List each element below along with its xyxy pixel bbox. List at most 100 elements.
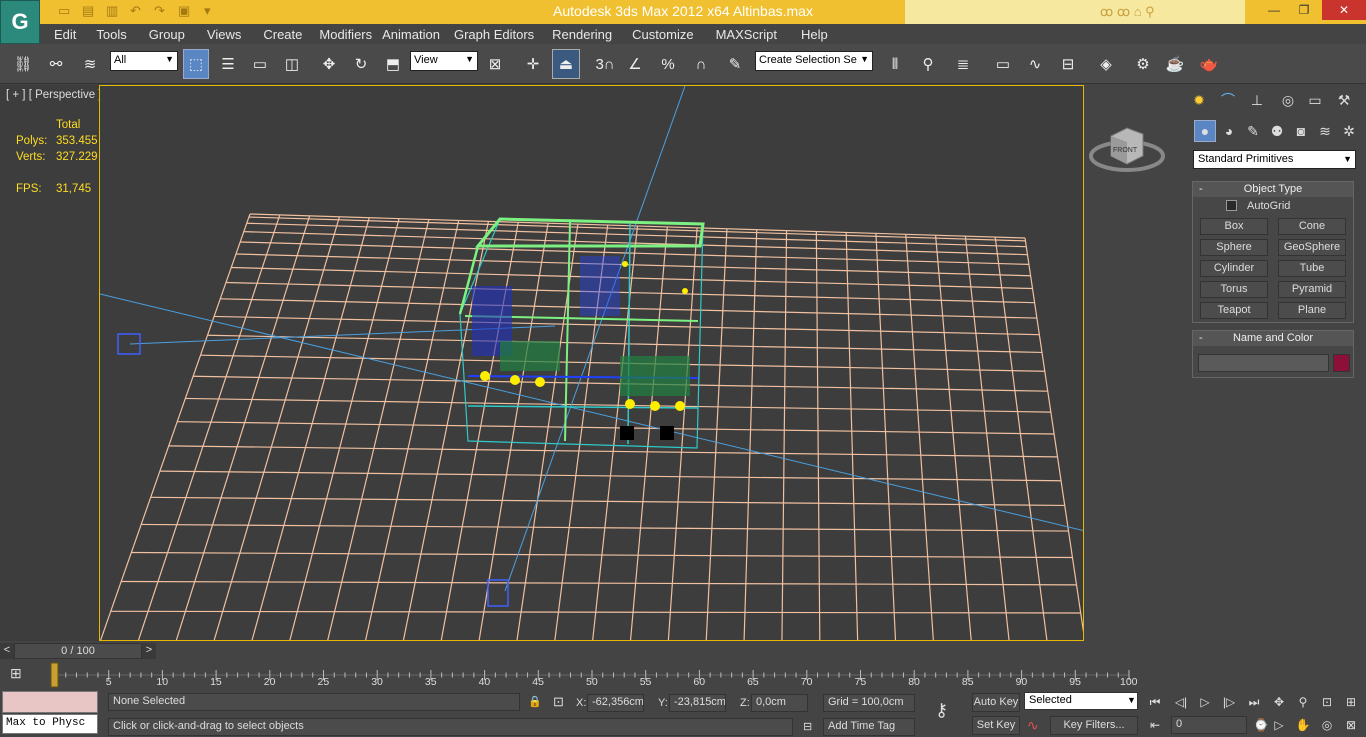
field-of-view-icon[interactable]: ▷ (1268, 716, 1290, 734)
app-logo-icon[interactable]: G (0, 0, 40, 44)
menu-customize[interactable]: Customize (632, 24, 693, 44)
camera-object-bottom[interactable] (487, 579, 509, 607)
rotate-icon[interactable]: ↻ (348, 49, 374, 79)
go-to-end-icon[interactable]: ⏭ (1243, 693, 1265, 711)
percent-snap-icon[interactable]: % (655, 49, 681, 79)
helpers-category-icon[interactable]: ◙ (1290, 120, 1312, 142)
create-tab-icon[interactable]: ✹ (1188, 89, 1210, 111)
teapot-button[interactable]: Teapot (1200, 302, 1268, 319)
pyramid-button[interactable]: Pyramid (1278, 281, 1346, 298)
go-to-start-icon[interactable]: ⏮ (1144, 693, 1166, 711)
space-warps-category-icon[interactable]: ≋ (1314, 120, 1336, 142)
menu-group[interactable]: Group (149, 24, 185, 44)
select-by-name-icon[interactable]: ☰ (215, 49, 241, 79)
viewcube[interactable]: FRONT (1087, 118, 1167, 178)
torus-button[interactable]: Torus (1200, 281, 1268, 298)
zoom-icon[interactable]: ⚲ (1292, 693, 1314, 711)
graphite-ribbon-icon[interactable]: ▭ (990, 49, 1016, 79)
selection-filter-select[interactable]: All (110, 51, 178, 71)
render-setup-icon[interactable]: ⚙ (1130, 49, 1156, 79)
time-slider-thumb[interactable] (50, 662, 59, 688)
key-mode-dropdown-icon[interactable]: ▼ (1127, 695, 1136, 705)
zoom-extents-icon[interactable]: ✥ (1268, 693, 1290, 711)
next-frame-icon[interactable]: |▷ (1218, 693, 1240, 711)
unlink-icon[interactable]: ⚯ (43, 49, 69, 79)
mirror-icon[interactable]: ⫴ (882, 49, 908, 79)
auto-key-button[interactable]: Auto Key (972, 693, 1020, 712)
rectangular-selection-icon[interactable]: ▭ (247, 49, 273, 79)
orbit-icon[interactable]: ◎ (1316, 716, 1338, 734)
name-color-header[interactable]: - Name and Color (1193, 331, 1353, 346)
cone-button[interactable]: Cone (1278, 218, 1346, 235)
schematic-view-icon[interactable]: ⊟ (1055, 49, 1081, 79)
utilities-tab-icon[interactable]: ⚒ (1333, 89, 1355, 111)
angle-snap-icon[interactable]: ∠ (622, 49, 648, 79)
move-icon[interactable]: ✥ (316, 49, 342, 79)
open-mini-curve-editor-icon[interactable]: ⊞ (10, 665, 32, 683)
menu-modifiers[interactable]: Modifiers (319, 24, 372, 44)
close-button[interactable]: ✕ (1322, 0, 1366, 20)
menu-views[interactable]: Views (207, 24, 241, 44)
key-mode-toggle-icon[interactable]: ⇤ (1144, 716, 1166, 734)
minimize-button[interactable]: — (1258, 0, 1290, 20)
plane-button[interactable]: Plane (1278, 302, 1346, 319)
hierarchy-tab-icon[interactable]: ⊥ (1246, 89, 1268, 111)
keyboard-shortcut-override-icon[interactable]: ⏏ (552, 49, 580, 79)
menu-maxscript[interactable]: MAXScript (716, 24, 777, 44)
box-button[interactable]: Box (1200, 218, 1268, 235)
zoom-extents-all-icon[interactable]: ⊞ (1340, 693, 1362, 711)
geosphere-button[interactable]: GeoSphere (1278, 239, 1346, 256)
z-coordinate-input[interactable]: 0,0cm (751, 694, 808, 712)
set-key-icon[interactable]: ⚷ (935, 700, 948, 721)
named-selection-select[interactable]: Create Selection Se (755, 51, 873, 71)
scale-icon[interactable]: ⬒ (380, 49, 406, 79)
maxscript-mini-listener-output[interactable] (2, 691, 98, 713)
menu-rendering[interactable]: Rendering (552, 24, 612, 44)
menu-tools[interactable]: Tools (96, 24, 126, 44)
maximize-viewport-icon[interactable]: ⊠ (1340, 716, 1362, 734)
select-manipulate-icon[interactable]: ✛ (520, 49, 546, 79)
current-frame-input[interactable]: 0 (1171, 716, 1247, 734)
perspective-viewport[interactable] (99, 85, 1084, 641)
maxscript-mini-listener-input[interactable]: Max to Physc (2, 714, 98, 734)
snaps-toggle-icon[interactable]: 3 ∩ (592, 49, 618, 79)
bind-space-warp-icon[interactable]: ≋ (77, 49, 103, 79)
material-editor-icon[interactable]: ◈ (1093, 49, 1119, 79)
systems-category-icon[interactable]: ✲ (1338, 120, 1360, 142)
key-mode-select[interactable]: Selected (1024, 692, 1138, 710)
modify-tab-icon[interactable]: ⌒ (1217, 89, 1239, 111)
previous-frame-icon[interactable]: ◁| (1170, 693, 1192, 711)
menu-edit[interactable]: Edit (54, 24, 76, 44)
add-time-tag-button[interactable]: Add Time Tag (823, 718, 915, 736)
pan-icon[interactable]: ✋ (1292, 716, 1314, 734)
menu-create[interactable]: Create (263, 24, 302, 44)
shapes-category-icon[interactable]: ◕ (1218, 120, 1240, 142)
rendered-frame-icon[interactable]: ☕ (1162, 49, 1188, 79)
motion-tab-icon[interactable]: ◎ (1277, 89, 1299, 111)
geometry-category-icon[interactable]: ● (1194, 120, 1216, 142)
time-slider-next[interactable]: > (142, 643, 156, 659)
absolute-mode-icon[interactable]: ⊡ (553, 694, 564, 710)
tube-button[interactable]: Tube (1278, 260, 1346, 277)
window-crossing-icon[interactable]: ◫ (279, 49, 305, 79)
align-icon[interactable]: ⚲ (915, 49, 941, 79)
sphere-button[interactable]: Sphere (1200, 239, 1268, 256)
curve-editor-icon[interactable]: ∿ (1022, 49, 1048, 79)
pivot-center-icon[interactable]: ⊠ (482, 49, 508, 79)
time-tag-icon[interactable]: ⊟ (803, 720, 812, 733)
select-and-link-icon[interactable]: ⛓ (10, 49, 36, 79)
edit-named-selection-icon[interactable]: ✎ (722, 49, 748, 79)
time-slider-prev[interactable]: < (0, 643, 14, 659)
zoom-all-icon[interactable]: ⊡ (1316, 693, 1338, 711)
set-key-button[interactable]: Set Key (972, 716, 1020, 735)
y-coordinate-input[interactable]: -23,815cm (669, 694, 726, 712)
reference-coordinate-select[interactable]: View (410, 51, 478, 71)
key-filters-curve-icon[interactable]: ∿ (1027, 717, 1039, 734)
restore-button[interactable]: ❐ (1288, 0, 1320, 20)
cameras-category-icon[interactable]: ⚉ (1266, 120, 1288, 142)
cylinder-button[interactable]: Cylinder (1200, 260, 1268, 277)
object-color-swatch[interactable] (1333, 354, 1350, 372)
time-slider-frame[interactable]: 0 / 100 (14, 643, 142, 659)
menu-graph-editors[interactable]: Graph Editors (454, 24, 534, 44)
menu-help[interactable]: Help (801, 24, 828, 44)
